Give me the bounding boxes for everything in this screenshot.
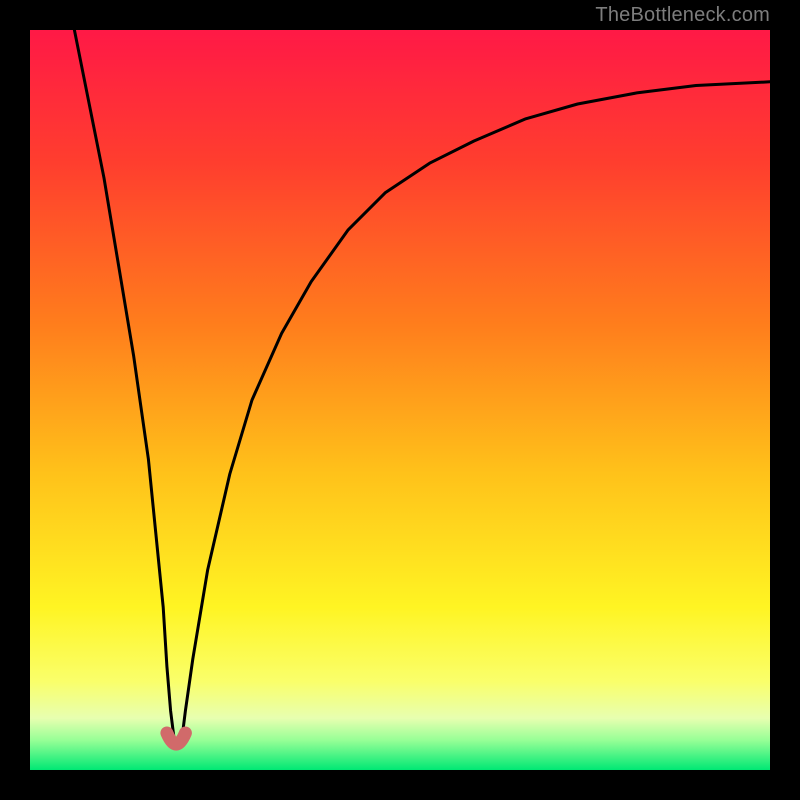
watermark-label: TheBottleneck.com (595, 4, 770, 27)
outer-frame: TheBottleneck.com (0, 0, 800, 800)
plot-area (30, 30, 770, 770)
bottleneck-chart (30, 30, 770, 770)
